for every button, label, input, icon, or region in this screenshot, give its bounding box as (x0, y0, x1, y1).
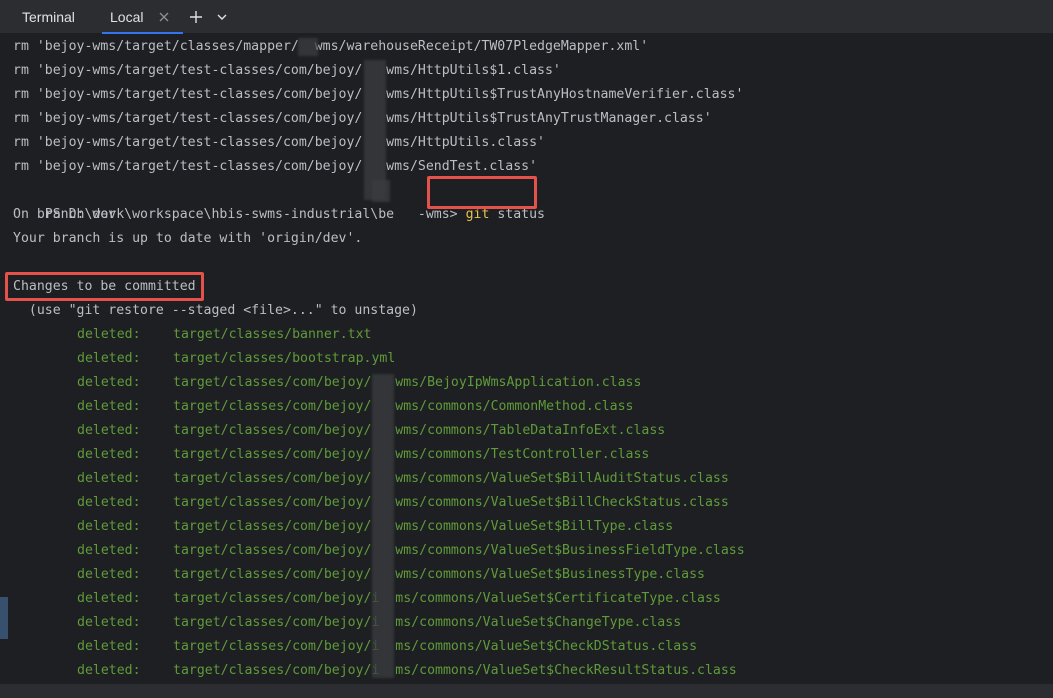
deleted-label: deleted: (77, 615, 141, 630)
deleted-file-path: target/classes/com/bejoy/ wms/commons/Va… (173, 471, 729, 486)
chevron-down-icon[interactable] (211, 6, 233, 28)
deleted-label: deleted: (77, 663, 141, 678)
tab-label: Local (110, 8, 144, 25)
hint-line: (use "git restore --staged <file>..." to… (13, 303, 418, 318)
deleted-file-path: target/classes/com/bejoy/i ms/commons/Va… (173, 639, 698, 654)
output-line-rm: rm 'bejoy-wms/target/test-classes/com/be… (13, 111, 712, 126)
deleted-file-path: target/classes/com/bejoy/i ms/commons/Va… (173, 663, 737, 678)
redaction-mark (372, 180, 390, 202)
deleted-label: deleted: (77, 471, 141, 486)
branch-line: On branch dev (13, 207, 117, 222)
deleted-file-path: target/classes/bootstrap.yml (173, 351, 396, 366)
deleted-file-path: target/classes/com/bejoy/i ms/commons/Va… (173, 591, 721, 606)
bottom-status-strip (0, 684, 1053, 698)
deleted-file-path: target/classes/com/bejoy/i ms/commons/Va… (173, 615, 682, 630)
plus-icon[interactable] (185, 6, 207, 28)
deleted-label: deleted: (77, 423, 141, 438)
deleted-file-path: target/classes/com/bejoy/ wms/commons/Va… (173, 519, 674, 534)
deleted-file-path: target/classes/com/bejoy/ wms/commons/Va… (173, 495, 729, 510)
deleted-file-path: target/classes/com/bejoy/ wms/commons/Ta… (173, 423, 666, 438)
deleted-label: deleted: (77, 519, 141, 534)
deleted-label: deleted: (77, 567, 141, 582)
terminal-output[interactable]: rm 'bejoy-wms/target/classes/mapper/ wms… (0, 34, 1053, 684)
redaction-mark (364, 60, 386, 200)
redaction-mark (372, 374, 394, 678)
output-line-rm: rm 'bejoy-wms/target/test-classes/com/be… (13, 63, 561, 78)
output-line-rm: rm 'bejoy-wms/target/classes/mapper/ wms… (13, 39, 649, 54)
command-keyword: git (465, 207, 490, 222)
deleted-file-path: target/classes/banner.txt (173, 327, 372, 342)
deleted-file-path: target/classes/com/bejoy/ wms/commons/Va… (173, 543, 745, 558)
tool-window-header: Terminal Local (0, 0, 1053, 34)
deleted-file-path: target/classes/com/bejoy/ wms/commons/Te… (173, 447, 650, 462)
deleted-label: deleted: (77, 375, 141, 390)
tool-window-title: Terminal (22, 8, 75, 25)
close-icon[interactable] (153, 6, 175, 28)
output-line-rm: rm 'bejoy-wms/target/test-classes/com/be… (13, 135, 545, 150)
deleted-label: deleted: (77, 447, 141, 462)
command-args: status (497, 207, 545, 222)
tab-local[interactable]: Local (102, 0, 184, 34)
deleted-file-path: target/classes/com/bejoy/ wms/commons/Va… (173, 567, 705, 582)
highlight-box-changes (5, 272, 204, 301)
deleted-label: deleted: (77, 399, 141, 414)
deleted-label: deleted: (77, 351, 141, 366)
uptodate-line: Your branch is up to date with 'origin/d… (13, 231, 363, 246)
deleted-label: deleted: (77, 495, 141, 510)
deleted-label: deleted: (77, 591, 141, 606)
highlight-box-command (427, 176, 537, 209)
deleted-label: deleted: (77, 639, 141, 654)
scroll-marker (0, 597, 8, 639)
deleted-file-path: target/classes/com/bejoy/ wms/BejoyIpWms… (173, 375, 642, 390)
deleted-label: deleted: (77, 327, 141, 342)
deleted-label: deleted: (77, 543, 141, 558)
redaction-mark (298, 38, 318, 56)
deleted-file-path: target/classes/com/bejoy/ wms/commons/Co… (173, 399, 634, 414)
